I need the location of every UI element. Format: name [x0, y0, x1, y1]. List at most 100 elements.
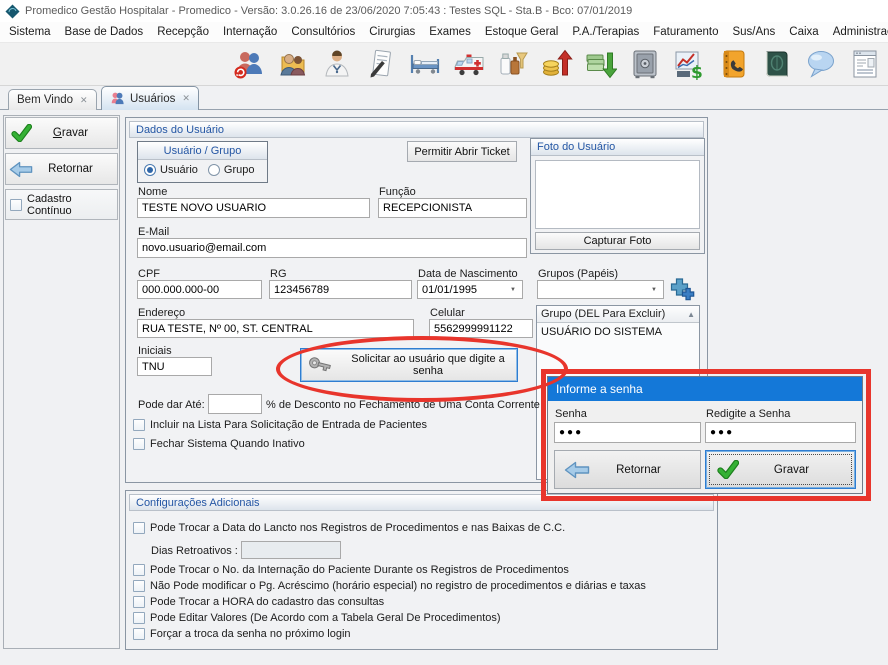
add-group-button[interactable]	[668, 277, 696, 302]
fechar-sistema-checkbox[interactable]	[133, 438, 145, 450]
dialog-gravar-button[interactable]: Gravar	[705, 450, 856, 489]
cadastro-continuo-checkbox[interactable]	[10, 199, 22, 211]
nome-input[interactable]: TESTE NOVO USUARIO	[137, 198, 370, 218]
grupo-list-header[interactable]: Grupo (DEL Para Excluir) ▲	[537, 306, 699, 323]
usuario-grupo-title: Usuário / Grupo	[164, 145, 242, 157]
cadastro-continuo-toggle[interactable]: Cadastro Contínuo	[5, 189, 118, 220]
radio-grupo[interactable]: Grupo	[208, 164, 255, 176]
menu-base-de-dados[interactable]: Base de Dados	[58, 24, 151, 40]
prescription-icon[interactable]	[364, 48, 397, 81]
finance-chart-icon[interactable]: $	[672, 48, 705, 81]
trocar-no-internacao-checkbox[interactable]	[133, 564, 145, 576]
config-checkbox-row[interactable]: Pode Editar Valores (De Acordo com a Tab…	[133, 612, 501, 624]
grupos-papeis-label: Grupos (Papéis)	[538, 268, 618, 280]
menu-consultorios[interactable]: Consultórios	[284, 24, 362, 40]
forcar-troca-senha-checkbox[interactable]	[133, 628, 145, 640]
editar-valores-checkbox[interactable]	[133, 612, 145, 624]
redigite-senha-input[interactable]: ●●●	[705, 422, 856, 443]
chat-icon[interactable]	[804, 48, 837, 81]
payment-down-icon[interactable]	[584, 48, 617, 81]
tab-close-icon[interactable]: ✕	[182, 93, 190, 104]
menu-sus-ans[interactable]: Sus/Ans	[725, 24, 782, 40]
tab-bem-vindo[interactable]: Bem Vindo ✕	[8, 89, 97, 110]
capturar-foto-button[interactable]: Capturar Foto	[535, 232, 700, 250]
safe-icon[interactable]	[628, 48, 661, 81]
main-toolbar: $	[0, 42, 888, 86]
config-checkbox-row[interactable]: Pode Trocar a Data do Lancto nos Registr…	[133, 522, 565, 534]
endereco-input[interactable]: RUA TESTE, Nº 00, ST. CENTRAL	[137, 319, 414, 338]
desconto-suffix-label: % de Desconto no Fechamento de Uma Conta…	[266, 399, 540, 411]
form-icon[interactable]	[848, 48, 881, 81]
iniciais-input[interactable]: TNU	[137, 357, 212, 376]
rg-input[interactable]: 123456789	[269, 280, 412, 299]
usuario-grupo-header: Usuário / Grupo	[138, 142, 267, 160]
dias-retroativos-input[interactable]	[241, 541, 341, 559]
grupos-papeis-combo[interactable]: ▼	[537, 280, 664, 299]
menu-sistema[interactable]: Sistema	[2, 24, 58, 40]
menu-faturamento[interactable]: Faturamento	[646, 24, 725, 40]
incluir-lista-checkbox-row[interactable]: Incluir na Lista Para Solicitação de Ent…	[133, 419, 427, 431]
patients-folder-icon[interactable]	[276, 48, 309, 81]
radio-usuario[interactable]: Usuário	[144, 164, 198, 176]
nao-modificar-pg-checkbox[interactable]	[133, 580, 145, 592]
retornar-button[interactable]: Retornar	[5, 153, 118, 185]
back-arrow-icon	[6, 161, 36, 178]
menu-estoque-geral[interactable]: Estoque Geral	[478, 24, 566, 40]
dados-usuario-title: Dados do Usuário	[136, 124, 224, 136]
nome-value: TESTE NOVO USUARIO	[142, 202, 266, 214]
chevron-down-icon[interactable]: ▼	[510, 287, 518, 293]
email-input[interactable]: novo.usuario@email.com	[137, 238, 527, 258]
radio-grupo-control[interactable]	[208, 164, 220, 176]
trocar-no-internacao-label: Pode Trocar o No. da Internação do Pacie…	[150, 564, 569, 576]
nascimento-combo[interactable]: 01/01/1995 ▼	[417, 280, 523, 299]
fechar-sistema-checkbox-row[interactable]: Fechar Sistema Quando Inativo	[133, 438, 305, 450]
permitir-abrir-ticket-button[interactable]: Permitir Abrir Ticket	[407, 141, 517, 162]
tab-strip: Bem Vindo ✕ Usuários ✕	[0, 86, 888, 110]
menu-pa-terapias[interactable]: P.A./Terapias	[565, 24, 646, 40]
desconto-input[interactable]	[208, 394, 262, 414]
menu-cirurgias[interactable]: Cirurgias	[362, 24, 422, 40]
doctor-icon[interactable]	[320, 48, 353, 81]
nascimento-label: Data de Nascimento	[418, 268, 518, 280]
radio-usuario-control[interactable]	[144, 164, 156, 176]
dialog-retornar-button[interactable]: Retornar	[554, 450, 701, 489]
endereco-label: Endereço	[138, 307, 185, 319]
menu-caixa[interactable]: Caixa	[782, 24, 825, 40]
tab-usuarios[interactable]: Usuários ✕	[101, 86, 199, 110]
cpf-value: 000.000.000-00	[142, 284, 219, 296]
gravar-button[interactable]: Gravar	[5, 117, 118, 149]
solicitar-senha-label: Solicitar ao usuário que digite a senha	[339, 353, 517, 377]
hospital-bed-icon[interactable]	[408, 48, 441, 81]
cpf-input[interactable]: 000.000.000-00	[137, 280, 262, 299]
trocar-data-lancto-checkbox[interactable]	[133, 522, 145, 534]
menu-administracao[interactable]: Administração	[826, 24, 888, 40]
sort-asc-icon: ▲	[687, 310, 695, 319]
tab-close-icon[interactable]: ✕	[80, 95, 88, 106]
pharmacy-stock-icon[interactable]	[496, 48, 529, 81]
config-checkbox-row[interactable]: Pode Trocar o No. da Internação do Pacie…	[133, 564, 569, 576]
solicitar-senha-button[interactable]: Solicitar ao usuário que digite a senha	[300, 348, 518, 382]
senha-input[interactable]: ●●●	[554, 422, 701, 443]
funcao-input[interactable]: RECEPCIONISTA	[378, 198, 527, 218]
config-checkbox-row[interactable]: Pode Trocar a HORA do cadastro das consu…	[133, 596, 384, 608]
menu-exames[interactable]: Exames	[422, 24, 478, 40]
incluir-lista-label: Incluir na Lista Para Solicitação de Ent…	[150, 419, 427, 431]
desconto-prefix-label: Pode dar Até:	[138, 399, 205, 411]
phone-book-icon[interactable]	[716, 48, 749, 81]
grupo-list-item[interactable]: USUÁRIO DO SISTEMA	[537, 323, 699, 341]
menu-internacao[interactable]: Internação	[216, 24, 284, 40]
celular-input[interactable]: 5562999991122	[429, 319, 533, 338]
menu-bar: Sistema Base de Dados Recepção Internaçã…	[0, 22, 888, 42]
ambulance-icon[interactable]	[452, 48, 485, 81]
incluir-lista-checkbox[interactable]	[133, 419, 145, 431]
book-icon[interactable]	[760, 48, 793, 81]
revenue-up-icon[interactable]	[540, 48, 573, 81]
config-checkbox-row[interactable]: Não Pode modificar o Pg. Acréscimo (horá…	[133, 580, 646, 592]
config-checkbox-row[interactable]: Forçar a troca da senha no próximo login	[133, 628, 351, 640]
celular-value: 5562999991122	[434, 323, 513, 335]
trocar-hora-checkbox[interactable]	[133, 596, 145, 608]
dias-retroativos-label: Dias Retroativos :	[151, 545, 238, 557]
menu-recepcao[interactable]: Recepção	[150, 24, 216, 40]
chevron-down-icon[interactable]: ▼	[651, 287, 659, 293]
users-sync-icon[interactable]	[232, 48, 265, 81]
